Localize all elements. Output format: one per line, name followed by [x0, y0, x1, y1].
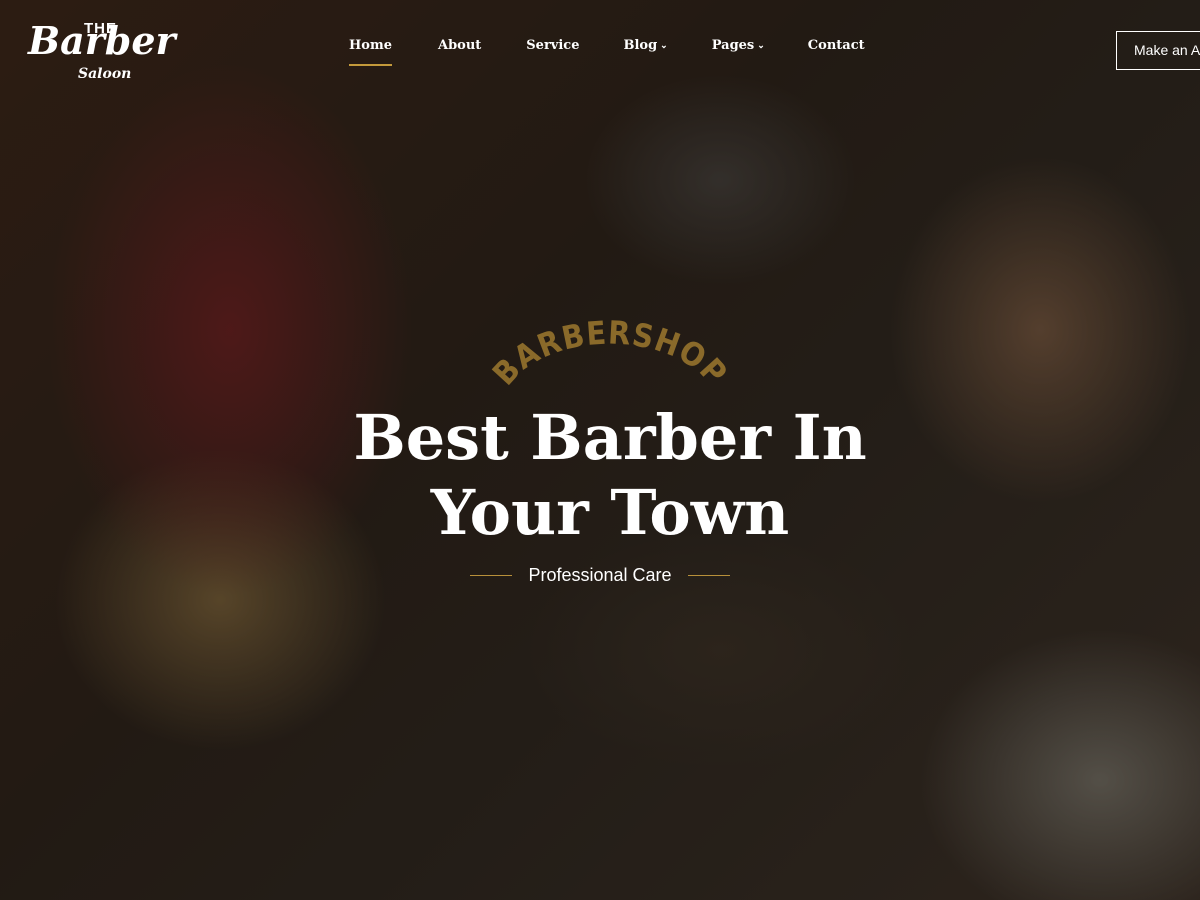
- barbershop-arc-label: BARBERSHOP: [490, 313, 730, 392]
- nav-service-label: Service: [526, 38, 580, 53]
- nav-home[interactable]: Home: [349, 38, 392, 68]
- main-nav: Home About Service Blog ⌄ Pages ⌄ Contact: [349, 38, 911, 68]
- barbershop-kicker: BARBERSHOP: [490, 313, 730, 392]
- nav-contact-label: Contact: [807, 38, 865, 53]
- nav-pages-label: Pages: [711, 38, 755, 53]
- hero-headline: Best Barber In Your Town: [300, 400, 920, 550]
- logo-saloon: Saloon: [78, 66, 132, 82]
- svg-text:BARBERSHOP: BARBERSHOP: [490, 313, 730, 392]
- nav-about[interactable]: About: [438, 38, 481, 68]
- nav-blog[interactable]: Blog ⌄: [623, 38, 667, 68]
- tagline-divider-right: [687, 575, 730, 576]
- tagline-divider-left: [470, 575, 513, 576]
- make-appointment-button[interactable]: Make an Appointment: [1116, 31, 1200, 70]
- headline-line-1: Best Barber In: [353, 401, 867, 474]
- nav-pages[interactable]: Pages ⌄: [712, 38, 765, 68]
- nav-blog-label: Blog: [623, 38, 658, 53]
- nav-home-label: Home: [349, 38, 392, 53]
- headline-line-2: Your Town: [430, 476, 790, 549]
- tagline-row: Professional Care: [0, 565, 1200, 586]
- nav-contact[interactable]: Contact: [808, 38, 865, 68]
- hero-tagline: Professional Care: [528, 565, 672, 585]
- chevron-down-icon: ⌄: [660, 41, 668, 51]
- logo-barber: Barber: [28, 18, 176, 63]
- chevron-down-icon: ⌄: [757, 41, 765, 51]
- site-logo[interactable]: THE Barber Saloon: [26, 18, 186, 88]
- nav-about-label: About: [437, 38, 482, 53]
- hero-section: THE Barber Saloon Home About Service Blo…: [0, 0, 1200, 900]
- nav-service[interactable]: Service: [526, 38, 579, 68]
